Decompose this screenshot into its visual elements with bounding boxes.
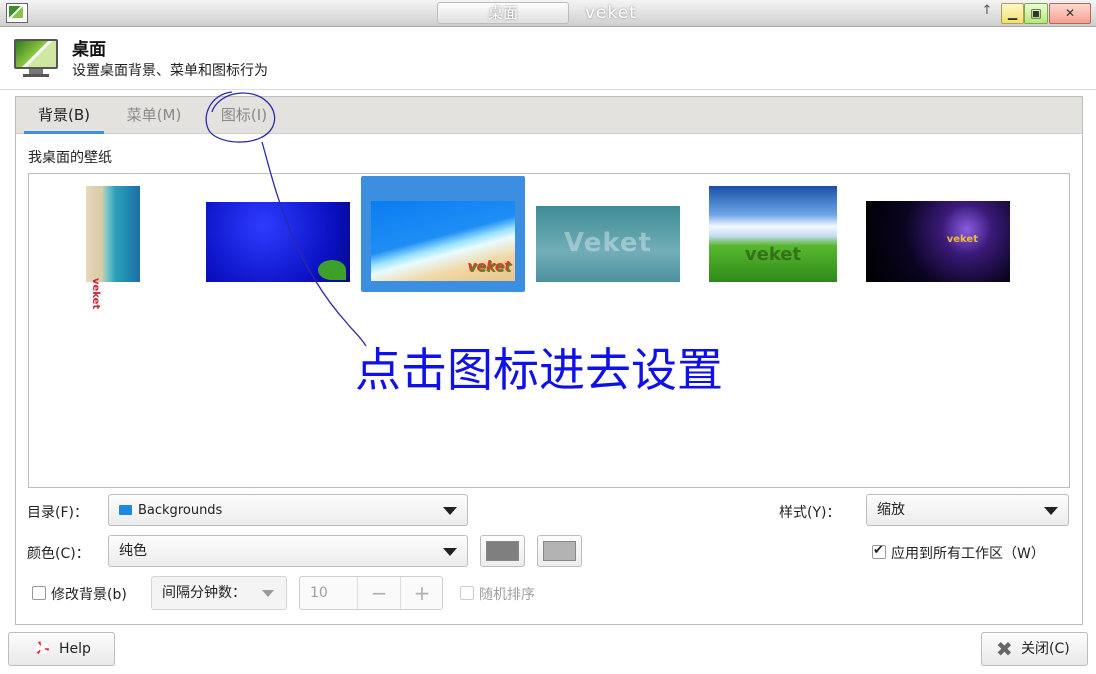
minimize-icon: ▁	[1007, 6, 1018, 20]
directory-label: 目录(F)：	[27, 505, 88, 521]
color-mode-combo[interactable]: 纯色	[108, 535, 468, 567]
close-button[interactable]: ✖ 关闭(C)	[981, 632, 1088, 666]
maximize-icon: ▣	[1030, 6, 1042, 20]
app-icon[interactable]	[6, 3, 28, 23]
increment-button[interactable]: +	[400, 577, 443, 609]
pin-icon[interactable]: ↑	[980, 2, 994, 22]
thumb-logo: Veket	[564, 228, 652, 258]
maximize-button[interactable]: ▣	[1024, 3, 1048, 24]
chevron-down-icon	[1044, 507, 1058, 515]
directory-combo[interactable]: Backgrounds	[108, 494, 468, 526]
minimize-button[interactable]: ▁	[1001, 3, 1024, 24]
secondary-color-button[interactable]	[537, 535, 582, 567]
help-lifebuoy-icon	[35, 641, 49, 655]
tab-bar: 背景(B) 菜单(M) 图标(I)	[16, 97, 1082, 134]
close-icon: ✕	[1064, 6, 1076, 20]
leaf-decoration	[318, 260, 346, 280]
change-background-checkbox[interactable]	[32, 586, 46, 600]
thumb-logo: veket	[744, 244, 802, 265]
wallpaper-thumb-ocean-selected[interactable]: veket	[371, 201, 515, 281]
wallpaper-gallery[interactable]: veket veket Veket veket veket 点击图标进去设置	[28, 173, 1070, 488]
style-label: 样式(Y)：	[779, 505, 841, 521]
wallpaper-thumb-meadow[interactable]: veket	[709, 186, 837, 282]
close-x-icon: ✖	[996, 637, 1013, 661]
window-titlebar: 桌面 veket ↑ ▁ ▣ ✕	[0, 0, 1096, 27]
interval-combo[interactable]: 间隔分钟数：	[151, 576, 287, 610]
help-label: Help	[59, 641, 91, 657]
change-background-label[interactable]: 修改背景(b)	[51, 584, 127, 604]
color-label: 颜色(C)：	[27, 546, 90, 562]
wallpaper-section-label: 我桌面的壁纸	[28, 150, 112, 166]
window-title-tab[interactable]: 桌面	[437, 2, 569, 24]
secondary-color-swatch	[543, 541, 576, 561]
tab-menu[interactable]: 菜单(M)	[112, 97, 196, 133]
interval-value[interactable]: 10	[310, 577, 328, 609]
chevron-down-icon	[443, 548, 457, 556]
chevron-down-icon	[443, 507, 457, 515]
chevron-down-icon	[262, 590, 274, 597]
window-app-name: veket	[585, 3, 637, 23]
color-mode-value: 纯色	[119, 543, 147, 559]
style-value: 缩放	[877, 502, 905, 518]
primary-color-swatch	[486, 541, 519, 561]
wallpaper-thumb-beach-portrait[interactable]: veket	[86, 186, 140, 309]
annotation-text: 点击图标进去设置	[355, 343, 723, 397]
apply-all-workspaces-label[interactable]: 应用到所有工作区（W）	[891, 543, 1045, 563]
close-label: 关闭(C)	[1021, 641, 1070, 657]
decrement-button[interactable]: −	[357, 577, 400, 609]
dialog-header: 桌面 设置桌面背景、菜单和图标行为	[0, 27, 1096, 90]
random-order-label[interactable]: 随机排序	[479, 584, 535, 604]
wallpaper-thumb-blue[interactable]	[206, 202, 350, 282]
page-subtitle: 设置桌面背景、菜单和图标行为	[72, 63, 268, 79]
close-window-button[interactable]: ✕	[1049, 3, 1091, 24]
style-combo[interactable]: 缩放	[866, 494, 1069, 526]
help-button[interactable]: Help	[8, 632, 115, 666]
interval-spinner[interactable]: 10 − +	[299, 576, 443, 610]
primary-color-button[interactable]	[480, 535, 525, 567]
directory-value: Backgrounds	[138, 503, 223, 518]
wallpaper-thumb-butterfly[interactable]: veket	[866, 201, 1010, 282]
wallpaper-thumb-teal[interactable]: Veket	[536, 206, 680, 282]
tab-background[interactable]: 背景(B)	[24, 97, 104, 134]
apply-all-workspaces-checkbox[interactable]	[872, 543, 886, 559]
interval-label: 间隔分钟数：	[162, 585, 246, 601]
thumb-logo: veket	[467, 259, 511, 275]
thumb-logo: veket	[946, 234, 978, 245]
thumb-logo: veket	[90, 278, 101, 310]
folder-icon	[119, 505, 132, 515]
desktop-monitor-icon	[14, 39, 58, 77]
tab-icons[interactable]: 图标(I)	[204, 97, 284, 133]
page-title: 桌面	[72, 40, 106, 60]
random-order-checkbox[interactable]	[460, 586, 474, 600]
